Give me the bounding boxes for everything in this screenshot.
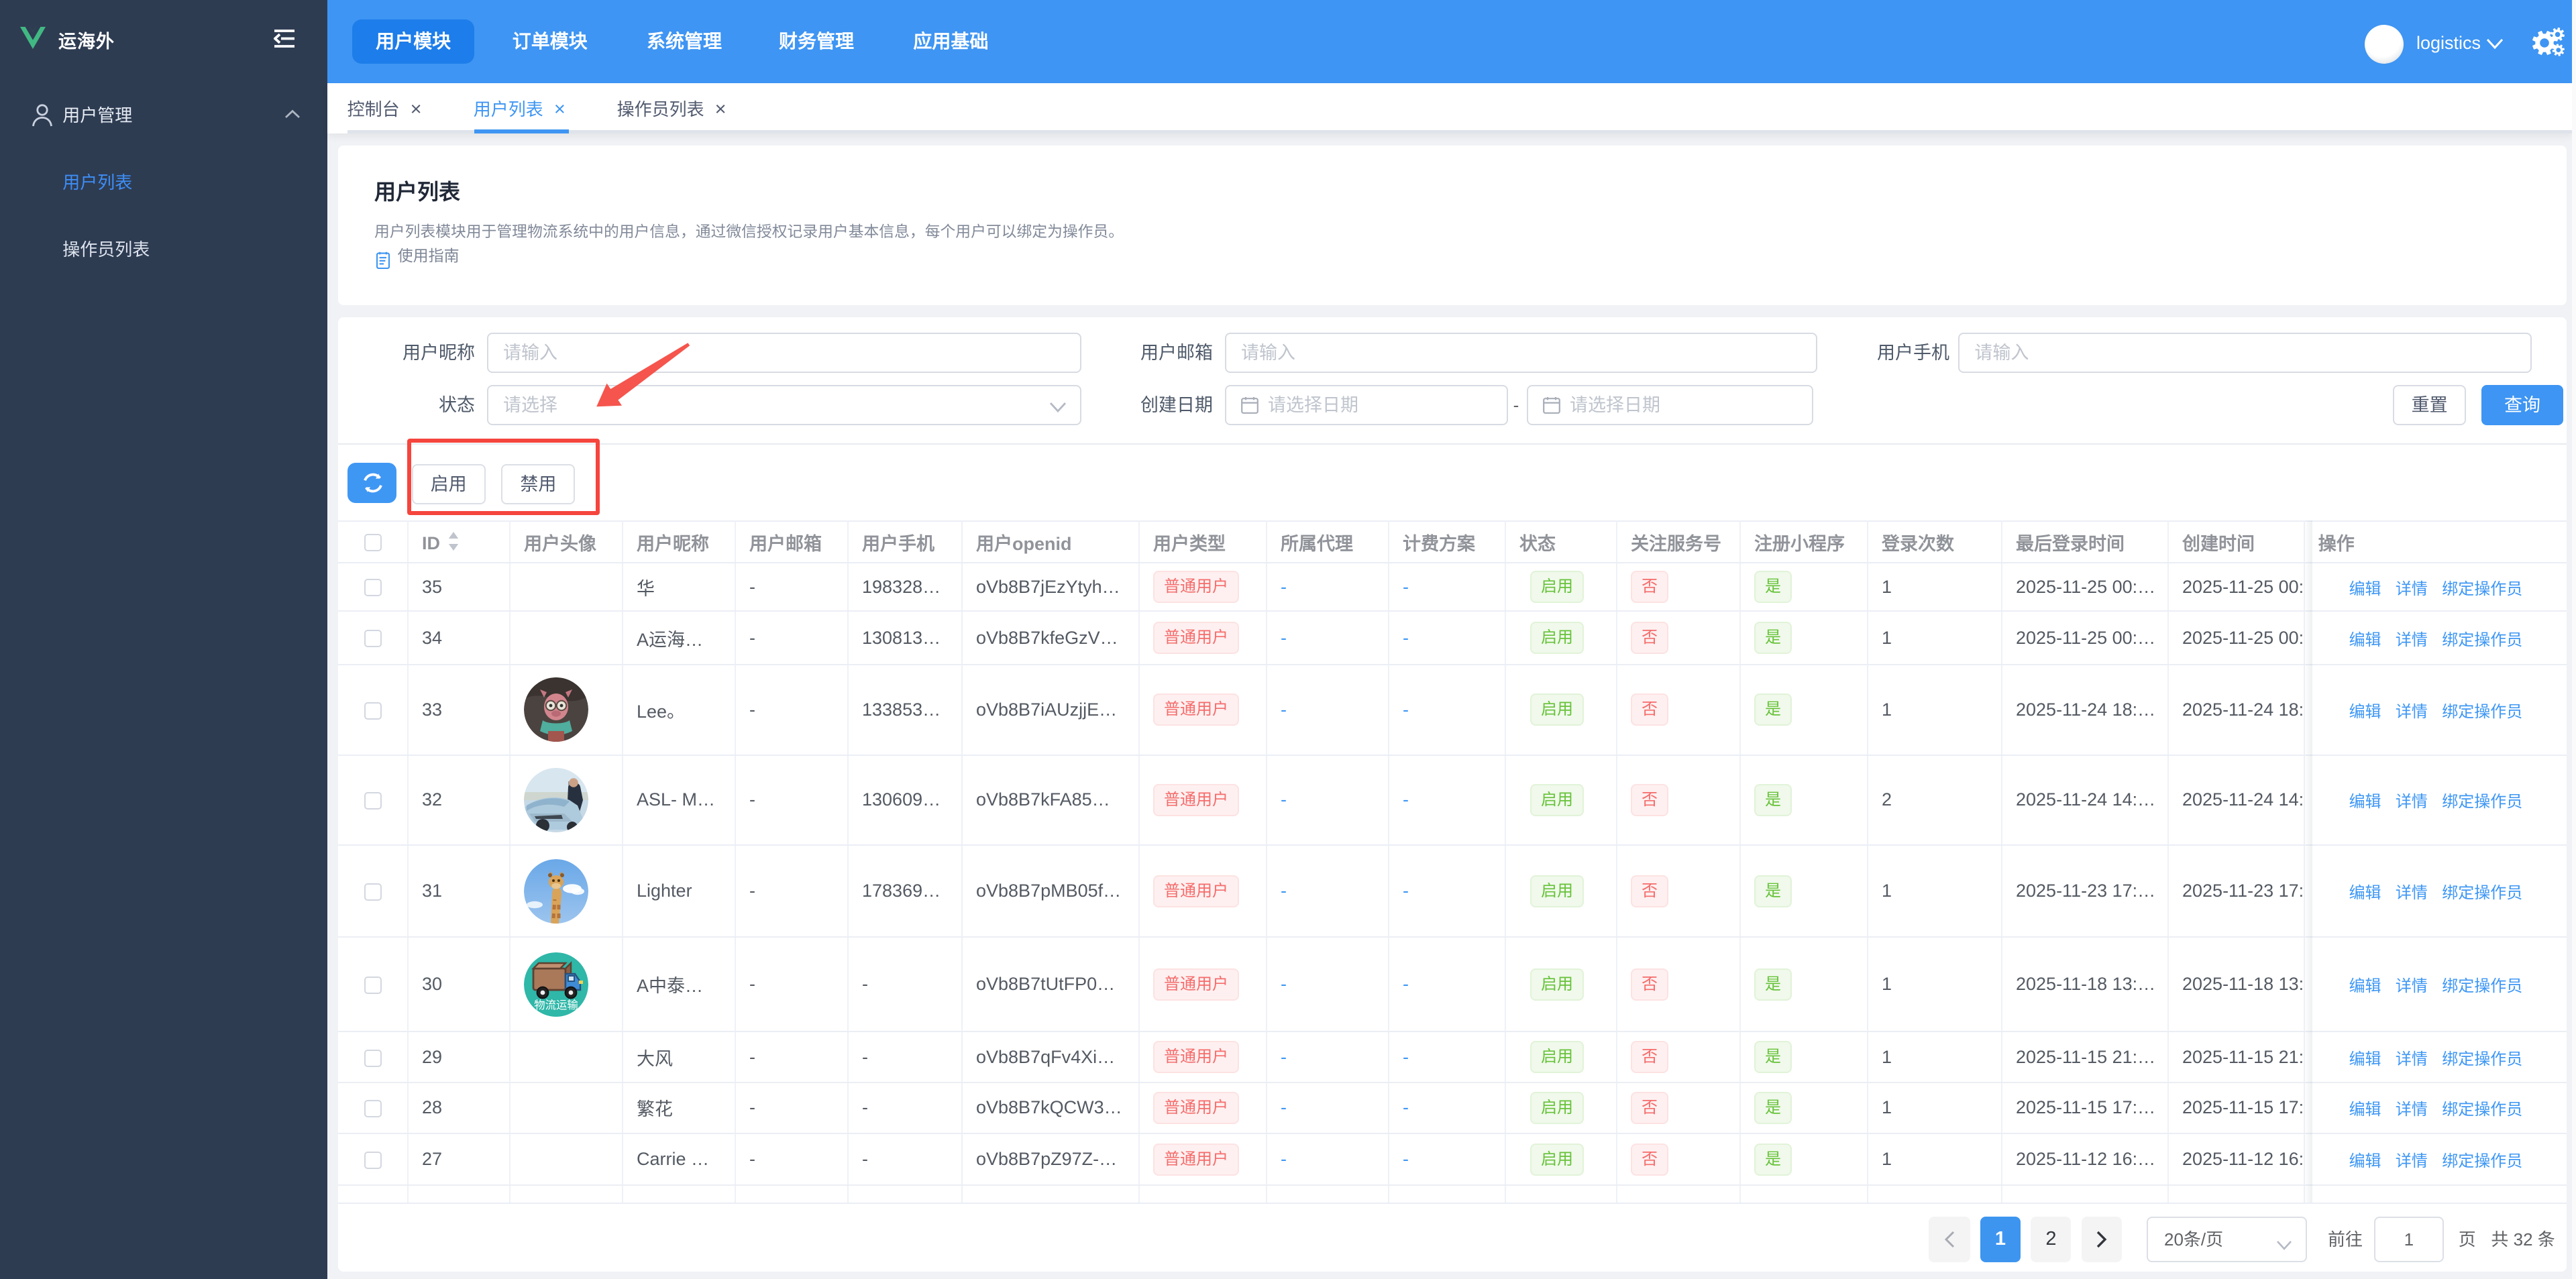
- svg-text:物流运输: 物流运输: [534, 996, 578, 1012]
